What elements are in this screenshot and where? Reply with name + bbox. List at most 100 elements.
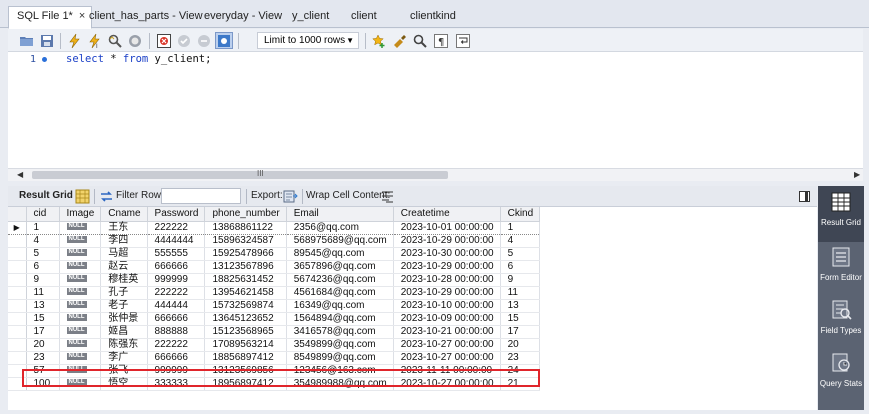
cell-phone-number[interactable]: 18825631452 — [204, 273, 287, 287]
cell-phone-number[interactable]: 15123568965 — [204, 325, 287, 339]
table-row[interactable]: 11 NULL 孔子 222222 13954621458 4561684@qq.com 2… — [8, 286, 541, 300]
word-wrap-icon[interactable] — [454, 32, 472, 49]
find-magnifier-icon[interactable] — [411, 32, 429, 49]
cell-cname[interactable]: 姬昌 — [100, 325, 148, 339]
cell-phone-number[interactable]: 15896324587 — [204, 234, 287, 248]
col-header-password[interactable]: Password — [147, 207, 206, 222]
sql-code-line[interactable]: select * from y_client; — [66, 53, 211, 65]
commit-icon[interactable] — [175, 32, 193, 49]
cell-ckind[interactable]: 20 — [500, 338, 541, 352]
cell-createtime[interactable]: 2023-10-29 00:00:00 — [393, 234, 501, 248]
rollback-icon[interactable] — [195, 32, 213, 49]
toggle-side-panel-icon[interactable] — [799, 191, 810, 202]
cell-createtime[interactable]: 2023-10-10 00:00:00 — [393, 299, 501, 313]
cell-password[interactable]: 222222 — [147, 286, 206, 300]
cell-cid[interactable]: 23 — [26, 351, 60, 365]
cell-image[interactable]: NULL — [59, 247, 102, 261]
cell-cname[interactable]: 赵云 — [100, 260, 148, 274]
cell-email[interactable]: 1564894@qq.com — [286, 312, 394, 326]
cell-email[interactable]: 4561684@qq.com — [286, 286, 394, 300]
cell-email[interactable]: 89545@qq.com — [286, 247, 394, 261]
table-row[interactable]: 4 NULL 李四 4444444 15896324587 568975689@qq.co… — [8, 234, 541, 248]
cell-password[interactable]: 888888 — [147, 325, 206, 339]
side-result-grid[interactable]: Result Grid — [818, 186, 864, 242]
editor-horizontal-scrollbar[interactable]: ◀ III ▶ — [8, 168, 863, 181]
open-folder-icon[interactable] — [18, 32, 36, 49]
table-row[interactable]: 5 NULL 马超 555555 15925478966 89545@qq.com 2023… — [8, 247, 541, 261]
cell-email[interactable]: 5674236@qq.com — [286, 273, 394, 287]
save-icon[interactable] — [38, 32, 56, 49]
cell-createtime[interactable]: 2023-10-27 00:00:00 — [393, 351, 501, 365]
cell-cid[interactable]: 9 — [26, 273, 60, 287]
cell-cid[interactable]: 5 — [26, 247, 60, 261]
scroll-thumb[interactable]: III — [32, 169, 448, 179]
cell-phone-number[interactable]: 15925478966 — [204, 247, 287, 261]
cell-cid[interactable]: 17 — [26, 325, 60, 339]
execute-lightning-icon[interactable] — [66, 32, 84, 49]
cell-ckind[interactable]: 13 — [500, 299, 541, 313]
cell-password[interactable]: 4444444 — [147, 234, 206, 248]
filter-arrows-icon[interactable] — [99, 189, 114, 204]
stop-icon[interactable] — [126, 32, 144, 49]
scroll-left-arrow-icon[interactable]: ◀ — [17, 169, 23, 181]
table-row[interactable]: 6 NULL 赵云 666666 13123567896 3657896@qq.com 20… — [8, 260, 541, 274]
col-header-image[interactable]: Image — [59, 207, 102, 222]
cell-cname[interactable]: 穆桂英 — [100, 273, 148, 287]
toggle-error-icon[interactable] — [155, 32, 173, 49]
cell-email[interactable]: 3657896@qq.com — [286, 260, 394, 274]
scroll-right-arrow-icon[interactable]: ▶ — [854, 169, 860, 181]
cell-phone-number[interactable]: 18856897412 — [204, 351, 287, 365]
tab-sql-file-1[interactable]: SQL File 1* × — [8, 6, 93, 29]
cell-image[interactable]: NULL — [59, 351, 102, 365]
col-header-ckind[interactable]: Ckind — [500, 207, 541, 222]
cell-cid[interactable]: 1 — [26, 220, 60, 235]
cell-ckind[interactable]: 23 — [500, 351, 541, 365]
cell-image[interactable]: NULL — [59, 312, 102, 326]
cell-email[interactable]: 2356@qq.com — [286, 220, 394, 235]
cell-ckind[interactable]: 15 — [500, 312, 541, 326]
cell-email[interactable]: 568975689@qq.com — [286, 234, 394, 248]
cell-ckind[interactable]: 17 — [500, 325, 541, 339]
autocommit-toggle-icon[interactable] — [215, 32, 233, 49]
cell-ckind[interactable]: 5 — [500, 247, 541, 261]
sql-editor[interactable]: 1 select * from y_client; — [8, 52, 863, 168]
cell-email[interactable]: 3416578@qq.com — [286, 325, 394, 339]
beautify-brush-icon[interactable] — [391, 32, 409, 49]
table-row[interactable]: 9 NULL 穆桂英 999999 18825631452 5674236@qq.com 2… — [8, 273, 541, 287]
cell-image[interactable]: NULL — [59, 299, 102, 313]
close-icon[interactable]: × — [79, 7, 85, 26]
cell-ckind[interactable]: 11 — [500, 286, 541, 300]
cell-image[interactable]: NULL — [59, 338, 102, 352]
cell-ckind[interactable]: 1 — [500, 220, 541, 235]
cell-cid[interactable]: 4 — [26, 234, 60, 248]
cell-createtime[interactable]: 2023-10-27 00:00:00 — [393, 338, 501, 352]
cell-password[interactable]: 222222 — [147, 220, 206, 235]
cell-password[interactable]: 222222 — [147, 338, 206, 352]
wrap-text-icon[interactable] — [380, 189, 395, 204]
side-form-editor[interactable]: Form Editor — [818, 243, 864, 295]
cell-ckind[interactable]: 9 — [500, 273, 541, 287]
cell-cname[interactable]: 王东 — [100, 220, 148, 235]
table-row[interactable]: 17 NULL 姬昌 888888 15123568965 3416578@qq.com 2… — [8, 325, 541, 339]
cell-cid[interactable]: 15 — [26, 312, 60, 326]
cell-cname[interactable]: 张仲景 — [100, 312, 148, 326]
add-snippet-star-icon[interactable] — [370, 32, 388, 49]
export-icon[interactable] — [283, 189, 298, 204]
cell-createtime[interactable]: 2023-10-09 00:00:00 — [393, 312, 501, 326]
col-header-phone-number[interactable]: phone_number — [204, 207, 287, 222]
table-row[interactable]: 13 NULL 老子 444444 15732569874 16349@qq.com 202… — [8, 299, 541, 313]
cell-createtime[interactable]: 2023-10-29 00:00:00 — [393, 260, 501, 274]
cell-createtime[interactable]: 2023-10-01 00:00:00 — [393, 220, 501, 235]
filter-rows-input[interactable] — [161, 188, 241, 204]
cell-phone-number[interactable]: 17089563214 — [204, 338, 287, 352]
cell-cid[interactable]: 6 — [26, 260, 60, 274]
cell-phone-number[interactable]: 13868861122 — [204, 220, 287, 235]
cell-phone-number[interactable]: 13954621458 — [204, 286, 287, 300]
cell-image[interactable]: NULL — [59, 260, 102, 274]
cell-createtime[interactable]: 2023-10-28 00:00:00 — [393, 273, 501, 287]
col-header-createtime[interactable]: Createtime — [393, 207, 501, 222]
cell-password[interactable]: 555555 — [147, 247, 206, 261]
cell-createtime[interactable]: 2023-10-29 00:00:00 — [393, 286, 501, 300]
cell-password[interactable]: 666666 — [147, 351, 206, 365]
tab-client[interactable]: client — [351, 7, 377, 28]
